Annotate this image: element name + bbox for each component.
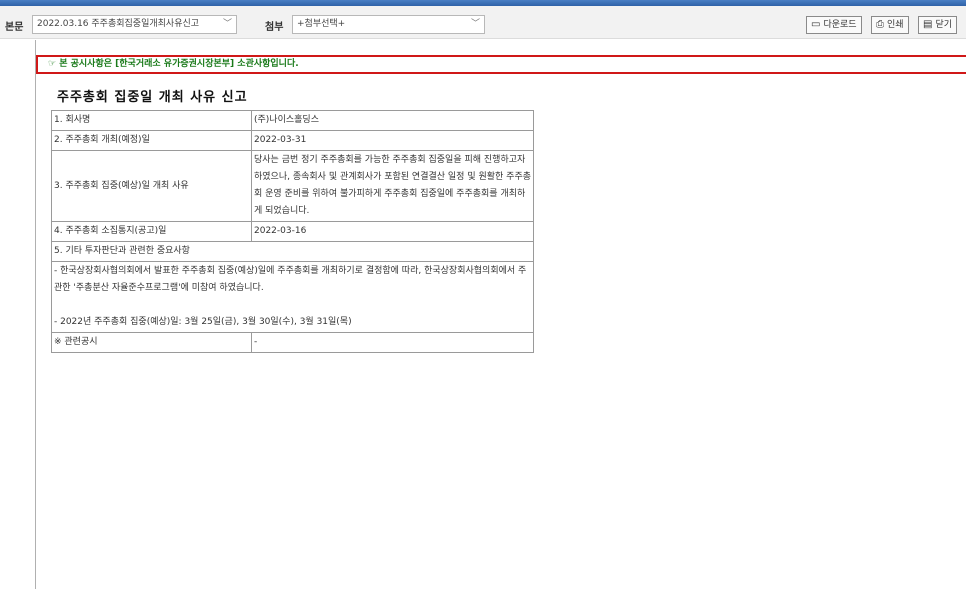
body-document-select-value: 2022.03.16 주주총회집중일개최사유신고 [37, 19, 200, 29]
row-value-other-matters: - 한국상장회사협의회에서 발표한 주주총회 집중(예상)일에 주주총회를 개최… [51, 261, 534, 333]
close-button[interactable]: ▤ 닫기 [918, 16, 958, 34]
other-matters-paragraph-1: - 한국상장회사협의회에서 발표한 주주총회 집중(예상)일에 주주총회를 개최… [54, 266, 527, 293]
body-label: 본문 [5, 22, 24, 33]
table-row: 1. 회사명 (주)나이스홀딩스 [51, 110, 534, 131]
table-row: 3. 주주총회 집중(예상)일 개최 사유 당사는 금번 정기 주주총회를 가능… [51, 150, 534, 222]
content-left-border [35, 40, 36, 589]
body-document-select[interactable]: 2022.03.16 주주총회집중일개최사유신고 ﹀ [32, 15, 237, 34]
close-button-label: 닫기 [935, 20, 953, 30]
notice-banner: ☞ 본 공시사항은 [한국거래소 유가증권시장본부] 소관사항입니다. [36, 55, 966, 74]
printer-icon: ⎙ [876, 19, 884, 30]
row-label-related-disclosure: ※ 관련공시 [51, 332, 252, 353]
row-label-company: 1. 회사명 [51, 110, 252, 131]
monitor-download-icon: ▭ [811, 19, 821, 30]
table-row: ※ 관련공시 - [51, 332, 534, 353]
document-title: 주주총회 집중일 개최 사유 신고 [57, 90, 248, 105]
disclosure-table: 1. 회사명 (주)나이스홀딩스 2. 주주총회 개최(예정)일 2022-03… [51, 110, 534, 353]
attach-label: 첨부 [265, 22, 284, 33]
table-row: - 한국상장회사협의회에서 발표한 주주총회 집중(예상)일에 주주총회를 개최… [51, 261, 534, 333]
table-row: 5. 기타 투자판단과 관련한 중요사항 [51, 241, 534, 262]
chevron-down-icon: ﹀ [470, 19, 480, 29]
close-window-icon: ▤ [923, 19, 933, 30]
attachment-select[interactable]: +첨부선택+ ﹀ [292, 15, 485, 34]
row-value-notice-date: 2022-03-16 [251, 221, 534, 242]
download-button-label: 다운로드 [823, 20, 857, 30]
row-value-reason: 당사는 금번 정기 주주총회를 가능한 주주총회 집중일을 피해 진행하고자 하… [251, 150, 534, 222]
row-label-reason: 3. 주주총회 집중(예상)일 개최 사유 [51, 150, 252, 222]
row-value-meeting-date: 2022-03-31 [251, 130, 534, 151]
row-value-related-disclosure: - [251, 332, 534, 353]
print-button[interactable]: ⎙ 인쇄 [871, 16, 909, 34]
chevron-down-icon: ﹀ [222, 19, 232, 29]
table-row: 2. 주주총회 개최(예정)일 2022-03-31 [51, 130, 534, 151]
attachment-select-value: +첨부선택+ [297, 19, 346, 29]
row-label-other-matters: 5. 기타 투자판단과 관련한 중요사항 [51, 241, 534, 262]
row-label-meeting-date: 2. 주주총회 개최(예정)일 [51, 130, 252, 151]
table-row: 4. 주주총회 소집통지(공고)일 2022-03-16 [51, 221, 534, 242]
download-button[interactable]: ▭ 다운로드 [806, 16, 862, 34]
print-button-label: 인쇄 [887, 20, 904, 30]
viewer-toolbar: 본문 2022.03.16 주주총회집중일개최사유신고 ﹀ 첨부 +첨부선택+ … [0, 6, 966, 39]
other-matters-paragraph-2: - 2022년 주주총회 집중(예상)일: 3월 25일(금), 3월 30일(… [54, 317, 352, 327]
row-value-company: (주)나이스홀딩스 [251, 110, 534, 131]
row-label-notice-date: 4. 주주총회 소집통지(공고)일 [51, 221, 252, 242]
